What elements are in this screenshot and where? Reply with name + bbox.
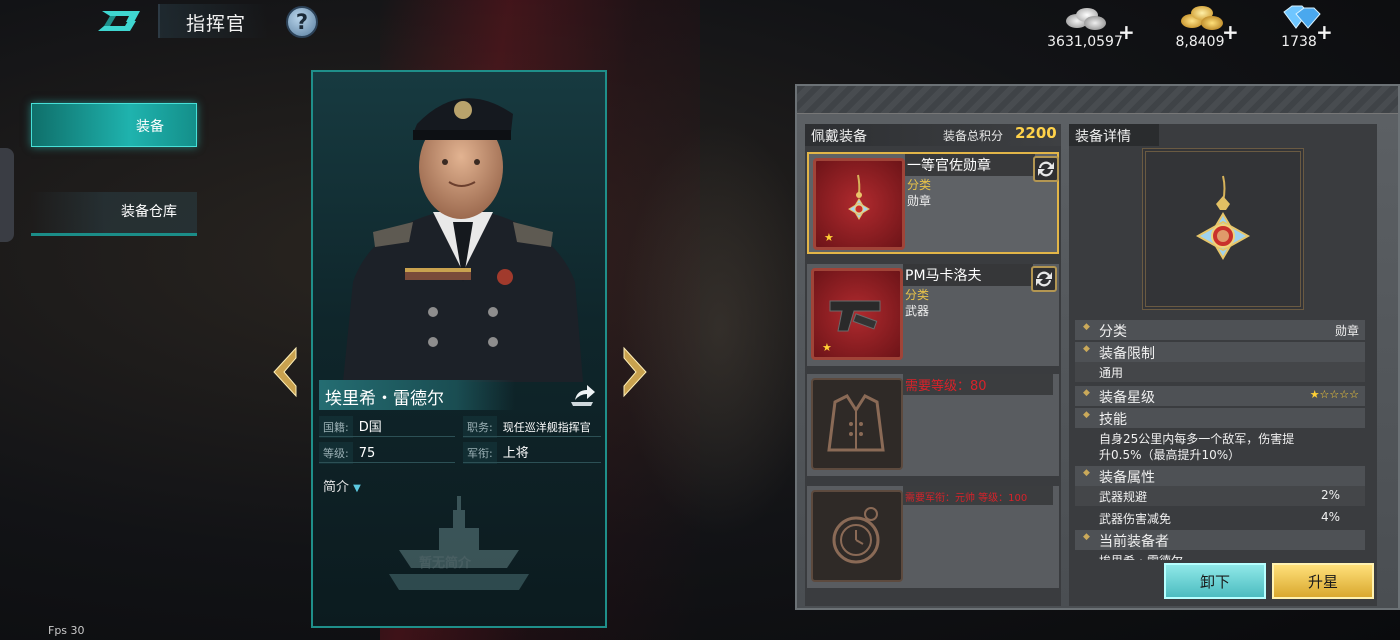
back-logo-icon[interactable] (96, 8, 142, 34)
slot-name: PM马卡洛夫 (903, 264, 1033, 286)
commander-card: 埃里希・雷德尔 国籍: D国 职务: 现任巡洋舰指挥官 等级: 75 军衔: 上将 简介… (311, 70, 607, 628)
slot-category-value: 武器 (905, 304, 930, 318)
medal-detail-icon (1142, 148, 1304, 310)
nationality-row: 国籍: D国 (319, 416, 382, 438)
swap-icon[interactable] (1031, 266, 1057, 292)
attr-limit-value: 通用 (1099, 366, 1124, 380)
next-commander-arrow-icon[interactable] (620, 346, 650, 398)
diamond-currency[interactable]: 1738 + (1264, 2, 1334, 52)
medal-icon: ★ (813, 158, 905, 250)
gold-currency[interactable]: 8,8409 + (1160, 2, 1240, 52)
star-rating-icon: ★☆☆☆☆ (1309, 388, 1359, 401)
detail-header: 装备详情 (1069, 124, 1159, 146)
add-gold-icon[interactable]: + (1222, 20, 1239, 44)
tab-equipment[interactable]: 装备 (31, 103, 197, 147)
equip-slot-watch-locked[interactable]: 需要军衔：元帅 等级：100 (807, 486, 1059, 588)
intro-dropdown[interactable]: 简介 ▼ (323, 476, 361, 495)
position-row: 职务: 现任巡洋舰指挥官 (463, 416, 591, 438)
skill-desc-line2: 升0.5%（最高提升10%） (1099, 448, 1241, 462)
attr-owner-value: 埃里希・雷德尔 (1099, 552, 1183, 560)
equip-slot-medal[interactable]: ★ 一等官佐勋章 分类 勋章 (807, 152, 1059, 254)
page-title: 指挥官 (158, 4, 268, 38)
silver-amount: 3631,0597 (1047, 34, 1123, 50)
level-value: 75 (358, 446, 376, 461)
fps-counter: Fps 30 (48, 624, 85, 637)
commander-portrait (313, 72, 605, 382)
attr-skill-label: 技能 (1099, 412, 1127, 428)
help-button[interactable]: ? (286, 6, 318, 38)
share-icon[interactable] (567, 380, 597, 410)
battleship-watermark-icon (389, 496, 529, 590)
nationality-value: D国 (358, 420, 382, 435)
level-label: 等级: (319, 442, 353, 464)
tab-equipment-label: 装备 (136, 119, 164, 135)
attr-category-label: 分类 (1099, 324, 1127, 340)
pistol-icon: ★ (811, 268, 903, 360)
slot-category-label: 分类 (905, 288, 930, 302)
star-up-button[interactable]: 升星 (1272, 563, 1374, 599)
equipped-header: 佩戴装备 装备总积分 2200 (805, 124, 1061, 146)
rank-row: 军衔: 上将 (463, 442, 529, 464)
nationality-label: 国籍: (319, 416, 353, 438)
attr-limit-title: 装备限制 (1075, 342, 1365, 362)
gold-coins-icon (1175, 2, 1225, 32)
unload-button[interactable]: 卸下 (1164, 563, 1266, 599)
rank-value: 上将 (502, 446, 529, 461)
equip-slot-weapon[interactable]: ★ PM马卡洛夫 分类 武器 (807, 264, 1059, 366)
pocket-watch-icon (811, 490, 903, 582)
slot-category-value: 勋章 (907, 194, 932, 208)
equipment-panel: 佩戴装备 装备总积分 2200 ★ 一等官佐勋章 分类 勋章 ★ PM马卡洛夫 … (795, 84, 1400, 610)
attr-prop-name: 武器伤害减免 (1099, 512, 1172, 526)
equipped-title: 佩戴装备 (811, 129, 867, 145)
no-intro-placeholder: 暂无简介 (389, 490, 529, 600)
position-label: 职务: (463, 416, 497, 438)
swap-icon[interactable] (1033, 156, 1059, 182)
attr-category-value: 勋章 (1334, 324, 1359, 338)
attr-category-title: 分类 勋章 (1075, 320, 1365, 340)
skill-desc-line1: 自身25公里内每多一个敌军，伤害提 (1099, 432, 1295, 446)
chevron-down-icon: ▼ (353, 483, 361, 494)
attr-prop-name: 武器规避 (1099, 490, 1148, 504)
level-row: 等级: 75 (319, 442, 376, 464)
star-icon: ★ (824, 231, 834, 244)
equipped-column: 佩戴装备 装备总积分 2200 ★ 一等官佐勋章 分类 勋章 ★ PM马卡洛夫 … (805, 124, 1061, 606)
tab-warehouse-label: 装备仓库 (121, 204, 177, 220)
rank-label: 军衔: (463, 442, 497, 464)
background-glow (620, 120, 820, 540)
no-intro-text: 暂无简介 (419, 556, 472, 571)
intro-label: 简介 (323, 480, 350, 495)
add-diamond-icon[interactable]: + (1316, 20, 1333, 44)
attr-prop-value: 4% (1321, 510, 1341, 524)
score-label: 装备总积分 (943, 129, 1004, 143)
attr-star-label: 装备星级 (1099, 390, 1155, 406)
detail-title: 装备详情 (1075, 129, 1131, 145)
silver-currency[interactable]: 3631,0597 + (1040, 2, 1135, 52)
attr-owner-label: 当前装备者 (1099, 534, 1169, 550)
position-value: 现任巡洋舰指挥官 (502, 421, 591, 434)
slot-category-label: 分类 (907, 178, 932, 192)
detail-column: 装备详情 分类 勋章 装备限制 通用 装备星级 ★☆☆☆☆ 技能 (1069, 124, 1377, 606)
uniform-icon (811, 378, 903, 470)
add-silver-icon[interactable]: + (1118, 20, 1135, 44)
attr-skill-title: 技能 (1075, 408, 1365, 428)
attr-limit-label: 装备限制 (1099, 346, 1155, 362)
attr-star-title: 装备星级 ★☆☆☆☆ (1075, 386, 1365, 406)
star-icon: ★ (822, 341, 832, 354)
attr-prop-value: 2% (1321, 488, 1341, 502)
slot-requirement: 需要军衔：元帅 等级：100 (903, 486, 1053, 505)
slot-name: 一等官佐勋章 (905, 154, 1035, 176)
attr-props-label: 装备属性 (1099, 470, 1155, 486)
slot-requirement: 需要等级：80 (903, 374, 1053, 395)
equip-slot-uniform-locked[interactable]: 需要等级：80 (807, 374, 1059, 476)
attr-owner-title: 当前装备者 (1075, 530, 1365, 550)
side-drawer-handle[interactable] (0, 148, 14, 242)
attr-props-title: 装备属性 (1075, 466, 1365, 486)
silver-coins-icon (1060, 2, 1110, 32)
panel-header-stripe (797, 86, 1398, 114)
commander-name: 埃里希・雷德尔 (319, 380, 515, 410)
score-value: 2200 (1015, 124, 1057, 142)
prev-commander-arrow-icon[interactable] (270, 346, 300, 398)
tab-warehouse[interactable]: 装备仓库 (31, 192, 197, 236)
